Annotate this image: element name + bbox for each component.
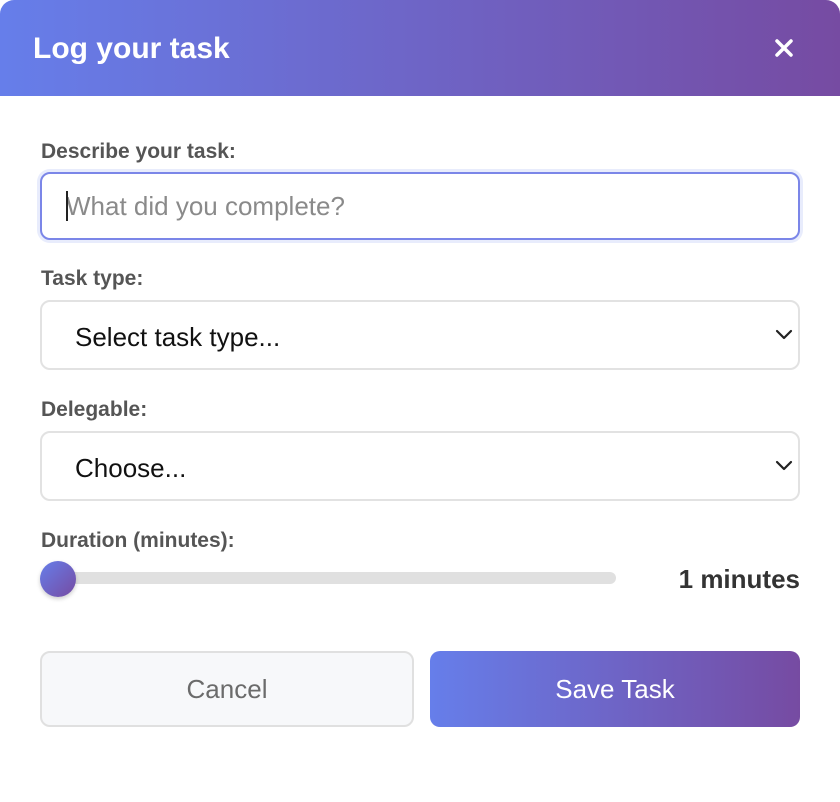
- duration-slider-thumb[interactable]: [40, 561, 76, 597]
- duration-slider-track[interactable]: [40, 572, 616, 584]
- task-description-input[interactable]: [40, 172, 800, 240]
- modal-title: Log your task: [33, 32, 230, 65]
- duration-label: Duration (minutes):: [41, 529, 235, 552]
- task-type-label: Task type:: [41, 267, 144, 290]
- description-label: Describe your task:: [41, 140, 236, 163]
- save-task-button[interactable]: Save Task: [430, 651, 800, 727]
- chevron-down-icon: [775, 329, 793, 340]
- duration-value: 1: [678, 564, 694, 594]
- duration-display: 1 minutes: [650, 564, 800, 594]
- task-type-selected-value: Select task type...: [75, 322, 281, 352]
- delegable-select[interactable]: Choose...: [40, 431, 800, 501]
- chevron-down-icon: [775, 460, 793, 471]
- duration-unit: minutes: [700, 564, 800, 594]
- text-caret: [66, 191, 68, 221]
- cancel-button[interactable]: Cancel: [40, 651, 414, 727]
- delegable-label: Delegable:: [41, 398, 148, 421]
- delegable-selected-value: Choose...: [75, 453, 187, 483]
- task-type-select[interactable]: Select task type...: [40, 300, 800, 370]
- close-icon[interactable]: [768, 32, 800, 64]
- modal-header: Log your task: [0, 0, 840, 96]
- log-task-modal: Log your task Describe your task: Task t…: [0, 0, 840, 802]
